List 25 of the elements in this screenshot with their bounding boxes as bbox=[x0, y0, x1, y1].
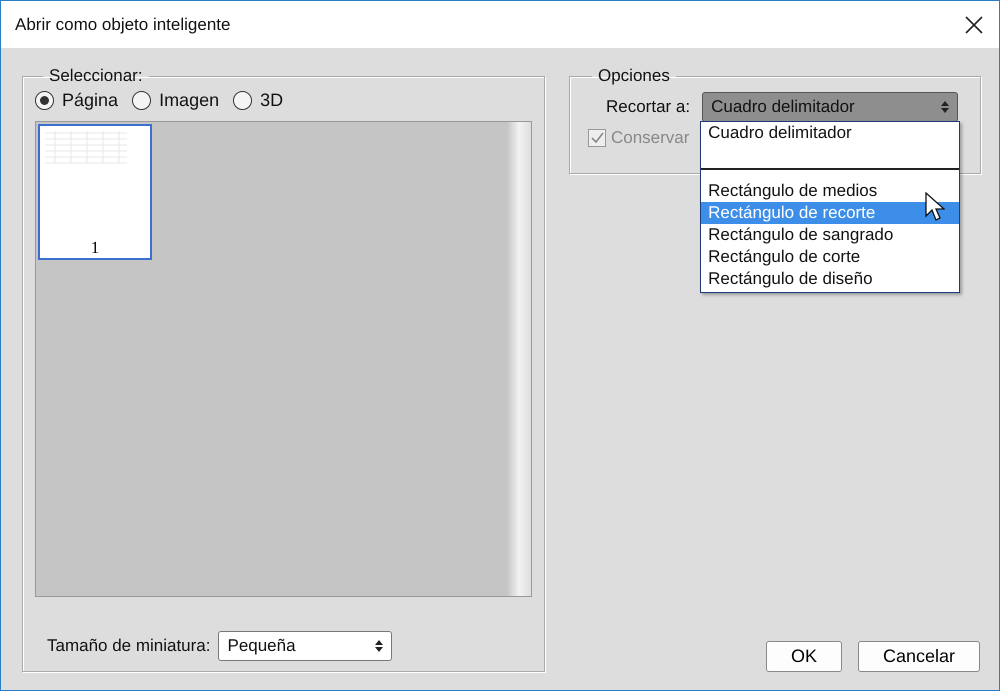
scrollbar[interactable] bbox=[507, 122, 531, 596]
thumbnail-size-label: Tamaño de miniatura: bbox=[47, 636, 210, 656]
dialog-button[interactable]: OK bbox=[766, 641, 842, 672]
window-title: Abrir como objeto inteligente bbox=[15, 14, 230, 34]
radio-label[interactable]: Página bbox=[62, 90, 118, 111]
updown-icon bbox=[375, 640, 384, 652]
menu-option[interactable]: Rectángulo de sangrado bbox=[701, 224, 960, 246]
radio-label[interactable]: Imagen bbox=[159, 90, 220, 111]
radio-label[interactable]: 3D bbox=[260, 90, 284, 111]
radio-button[interactable] bbox=[132, 91, 152, 110]
radio-button[interactable] bbox=[233, 91, 252, 110]
menu-option[interactable]: Cuadro delimitador bbox=[701, 122, 960, 144]
menu-option[interactable]: Rectángulo de diseño bbox=[701, 268, 960, 290]
page-thumbnail[interactable]: 1 bbox=[38, 124, 152, 260]
menu-option[interactable]: Rectángulo de corte bbox=[701, 246, 960, 268]
group-legend: Opciones bbox=[592, 66, 676, 86]
updown-icon bbox=[941, 101, 950, 113]
menu-option[interactable]: Rectángulo de medios bbox=[701, 180, 960, 202]
dialog-button[interactable]: Cancelar bbox=[858, 641, 980, 672]
crop-label: Recortar a: bbox=[606, 97, 690, 117]
group-legend: Seleccionar: bbox=[43, 66, 149, 86]
crop-dropdown[interactable]: Cuadro delimitador bbox=[702, 92, 958, 122]
radio-button[interactable] bbox=[35, 91, 54, 110]
thumbnail-size-dropdown[interactable]: Pequeña bbox=[218, 631, 392, 661]
pointer-cursor-icon bbox=[925, 192, 946, 222]
